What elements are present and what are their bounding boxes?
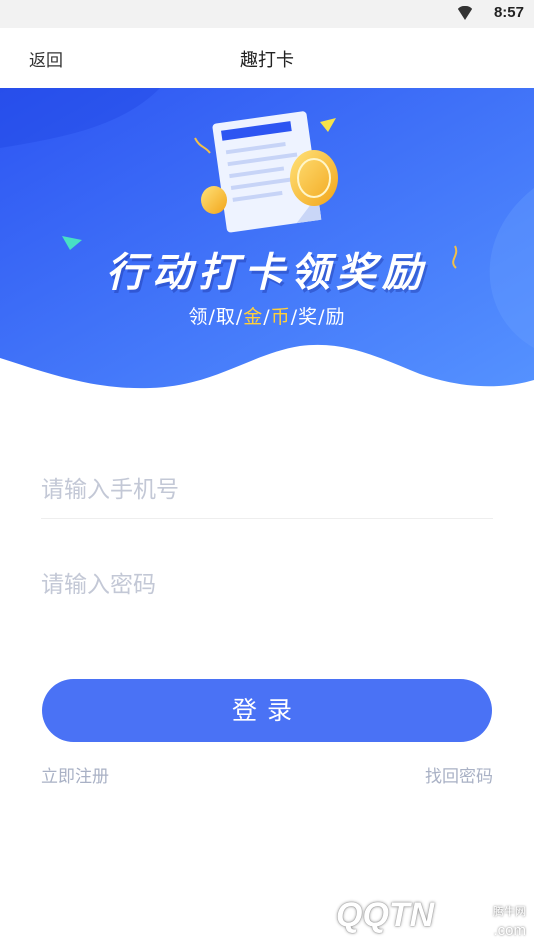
nav-bar: 返回 趣打卡: [0, 28, 534, 88]
subtitle-char: 励: [325, 306, 346, 328]
watermark: QQTN 腾牛网 .com: [330, 890, 534, 949]
subtitle-separator: /: [208, 306, 216, 328]
wifi-icon: [456, 6, 474, 20]
status-bar: 8:57: [0, 0, 534, 28]
subtitle-char: 取: [215, 306, 236, 328]
banner-title: 行动打卡领奖励: [106, 250, 428, 296]
watermark-logo: QQTN: [336, 896, 435, 934]
phone-input[interactable]: [41, 462, 493, 518]
status-time: 8:57: [493, 4, 524, 21]
phone-field: [41, 462, 493, 519]
subtitle-char: 领: [188, 306, 209, 328]
password-input[interactable]: [41, 557, 493, 613]
back-button[interactable]: 返回: [29, 46, 63, 71]
hero-banner: 行动打卡领奖励 领/取/金/币/奖/励: [0, 88, 534, 393]
subtitle-char-highlight: 币: [270, 306, 291, 328]
banner-subtitle: 领/取/金/币/奖/励: [0, 302, 534, 329]
watermark-cn: 腾牛网: [493, 905, 526, 918]
subtitle-separator: /: [290, 306, 299, 328]
subtitle-char-highlight: 金: [243, 306, 264, 328]
page-title: 趣打卡: [240, 50, 294, 71]
subtitle-separator: /: [263, 306, 271, 328]
watermark-domain: .com: [493, 922, 526, 939]
password-field: [41, 557, 493, 613]
login-button[interactable]: 登录: [42, 679, 492, 742]
subtitle-separator: /: [318, 306, 326, 328]
forgot-password-link[interactable]: 找回密码: [425, 762, 493, 787]
register-link[interactable]: 立即注册: [41, 762, 109, 787]
subtitle-char: 奖: [298, 306, 319, 328]
